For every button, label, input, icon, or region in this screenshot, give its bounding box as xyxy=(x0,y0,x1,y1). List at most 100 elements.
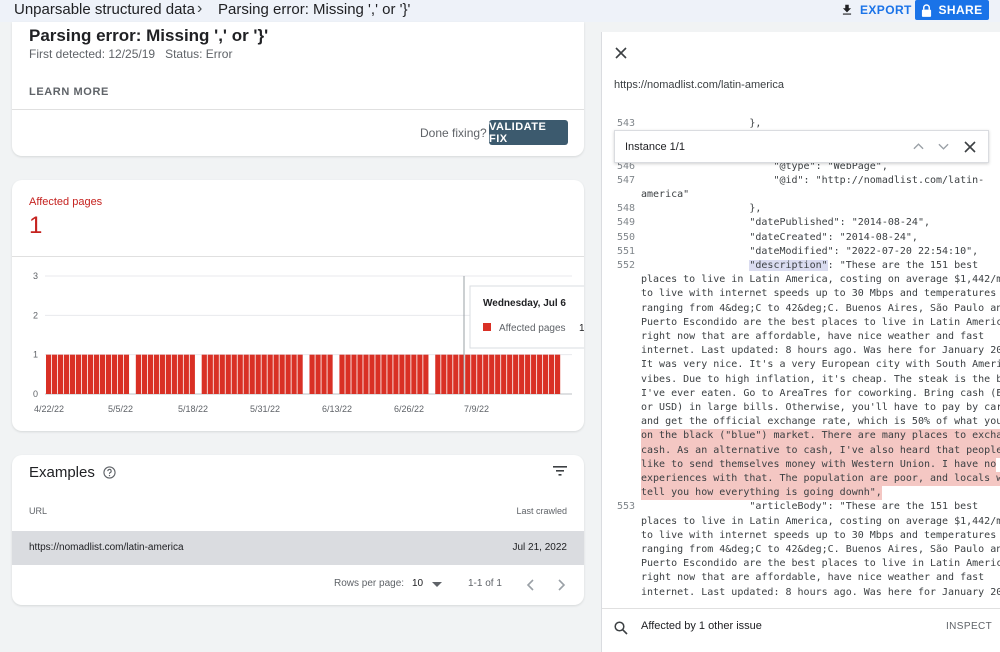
bar[interactable] xyxy=(393,354,399,394)
bar[interactable] xyxy=(447,354,453,394)
bar[interactable] xyxy=(291,354,297,394)
bar[interactable] xyxy=(201,354,207,394)
bar[interactable] xyxy=(231,354,237,394)
bar[interactable] xyxy=(435,354,441,394)
bar[interactable] xyxy=(249,354,255,394)
bar[interactable] xyxy=(477,354,483,394)
bar[interactable] xyxy=(267,354,273,394)
bar[interactable] xyxy=(213,354,219,394)
bar[interactable] xyxy=(261,354,267,394)
previous-page-icon[interactable] xyxy=(526,579,534,591)
bar[interactable] xyxy=(105,354,112,394)
bar[interactable] xyxy=(537,354,543,394)
export-button[interactable]: EXPORT xyxy=(840,0,912,20)
bar[interactable] xyxy=(417,354,423,394)
bar[interactable] xyxy=(471,354,477,394)
bar[interactable] xyxy=(495,354,501,394)
bar[interactable] xyxy=(555,354,561,394)
bar[interactable] xyxy=(399,354,405,394)
bar[interactable] xyxy=(279,354,285,394)
bar[interactable] xyxy=(219,354,225,394)
bar[interactable] xyxy=(369,354,375,394)
filter-icon[interactable] xyxy=(553,465,567,477)
bar[interactable] xyxy=(141,354,148,394)
bar[interactable] xyxy=(489,354,495,394)
bar[interactable] xyxy=(315,354,321,394)
bar[interactable] xyxy=(327,354,333,394)
bar[interactable] xyxy=(549,354,555,394)
help-icon[interactable] xyxy=(103,466,116,479)
bar[interactable] xyxy=(363,354,369,394)
chevron-up-icon[interactable] xyxy=(913,142,924,150)
bar[interactable] xyxy=(321,354,327,394)
bar[interactable] xyxy=(99,354,106,394)
bar[interactable] xyxy=(387,354,393,394)
chevron-down-icon[interactable] xyxy=(938,143,949,151)
close-icon[interactable] xyxy=(614,46,628,60)
bar[interactable] xyxy=(135,354,142,394)
bar[interactable] xyxy=(543,354,549,394)
bar[interactable] xyxy=(183,354,189,394)
bar[interactable] xyxy=(165,354,171,394)
bar[interactable] xyxy=(69,354,76,394)
bar[interactable] xyxy=(297,354,303,394)
bar[interactable] xyxy=(375,354,381,394)
bar[interactable] xyxy=(75,354,82,394)
bar[interactable] xyxy=(57,354,64,394)
learn-more-link[interactable]: LEARN MORE xyxy=(29,86,109,98)
bar[interactable] xyxy=(285,354,291,394)
validate-fix-button[interactable]: VALIDATE FIX xyxy=(489,120,568,145)
bar[interactable] xyxy=(255,354,261,394)
bar[interactable] xyxy=(273,354,279,394)
bar[interactable] xyxy=(525,354,531,394)
bar[interactable] xyxy=(519,354,525,394)
bar[interactable] xyxy=(171,354,177,394)
bar[interactable] xyxy=(111,354,118,394)
bar[interactable] xyxy=(345,354,351,394)
bar[interactable] xyxy=(411,354,417,394)
bar[interactable] xyxy=(207,354,213,394)
bar[interactable] xyxy=(507,354,513,394)
bar[interactable] xyxy=(93,354,100,394)
bar[interactable] xyxy=(237,354,243,394)
breadcrumb-parent[interactable]: Unparsable structured data xyxy=(14,1,195,18)
inspect-button[interactable]: INSPECT xyxy=(946,621,992,632)
rows-per-page-select[interactable]: 10 xyxy=(412,578,423,589)
bar[interactable] xyxy=(81,354,88,394)
dropdown-arrow-icon[interactable] xyxy=(432,582,442,588)
column-header-url[interactable]: URL xyxy=(29,506,47,516)
next-page-icon[interactable] xyxy=(558,579,566,591)
bar[interactable] xyxy=(423,354,429,394)
bar[interactable] xyxy=(159,354,165,394)
bar[interactable] xyxy=(189,354,195,394)
table-row[interactable]: https://nomadlist.com/latin-america Jul … xyxy=(12,531,584,565)
bar[interactable] xyxy=(309,354,315,394)
code-viewer[interactable]: 543 }, 546 "@type": "WebPage", 547 "@id": … xyxy=(602,115,1000,605)
bar[interactable] xyxy=(381,354,387,394)
bar[interactable] xyxy=(501,354,507,394)
bar[interactable] xyxy=(357,354,363,394)
bar[interactable] xyxy=(483,354,489,394)
bar[interactable] xyxy=(405,354,411,394)
bar[interactable] xyxy=(339,354,345,394)
bar[interactable] xyxy=(453,354,459,394)
share-button[interactable]: SHARE xyxy=(915,0,989,20)
bar[interactable] xyxy=(46,354,52,394)
bar[interactable] xyxy=(147,354,153,394)
close-icon[interactable] xyxy=(964,141,976,153)
bar[interactable] xyxy=(465,354,471,394)
bar[interactable] xyxy=(351,354,357,394)
bar[interactable] xyxy=(123,354,130,394)
bar[interactable] xyxy=(225,354,231,394)
column-header-last-crawled[interactable]: Last crawled xyxy=(492,506,567,516)
affected-pages-chart[interactable]: 0 1 2 3 4/22/22 5/5/22 5/18/22 5/31/22 6/13/22 6/… xyxy=(12,266,584,416)
bar[interactable] xyxy=(117,354,124,394)
bar[interactable] xyxy=(243,354,249,394)
bar[interactable] xyxy=(513,354,519,394)
bar[interactable] xyxy=(531,354,537,394)
bar[interactable] xyxy=(63,354,70,394)
bar[interactable] xyxy=(87,354,94,394)
bar[interactable] xyxy=(441,354,447,394)
bar[interactable] xyxy=(177,354,183,394)
bar[interactable] xyxy=(153,354,159,394)
